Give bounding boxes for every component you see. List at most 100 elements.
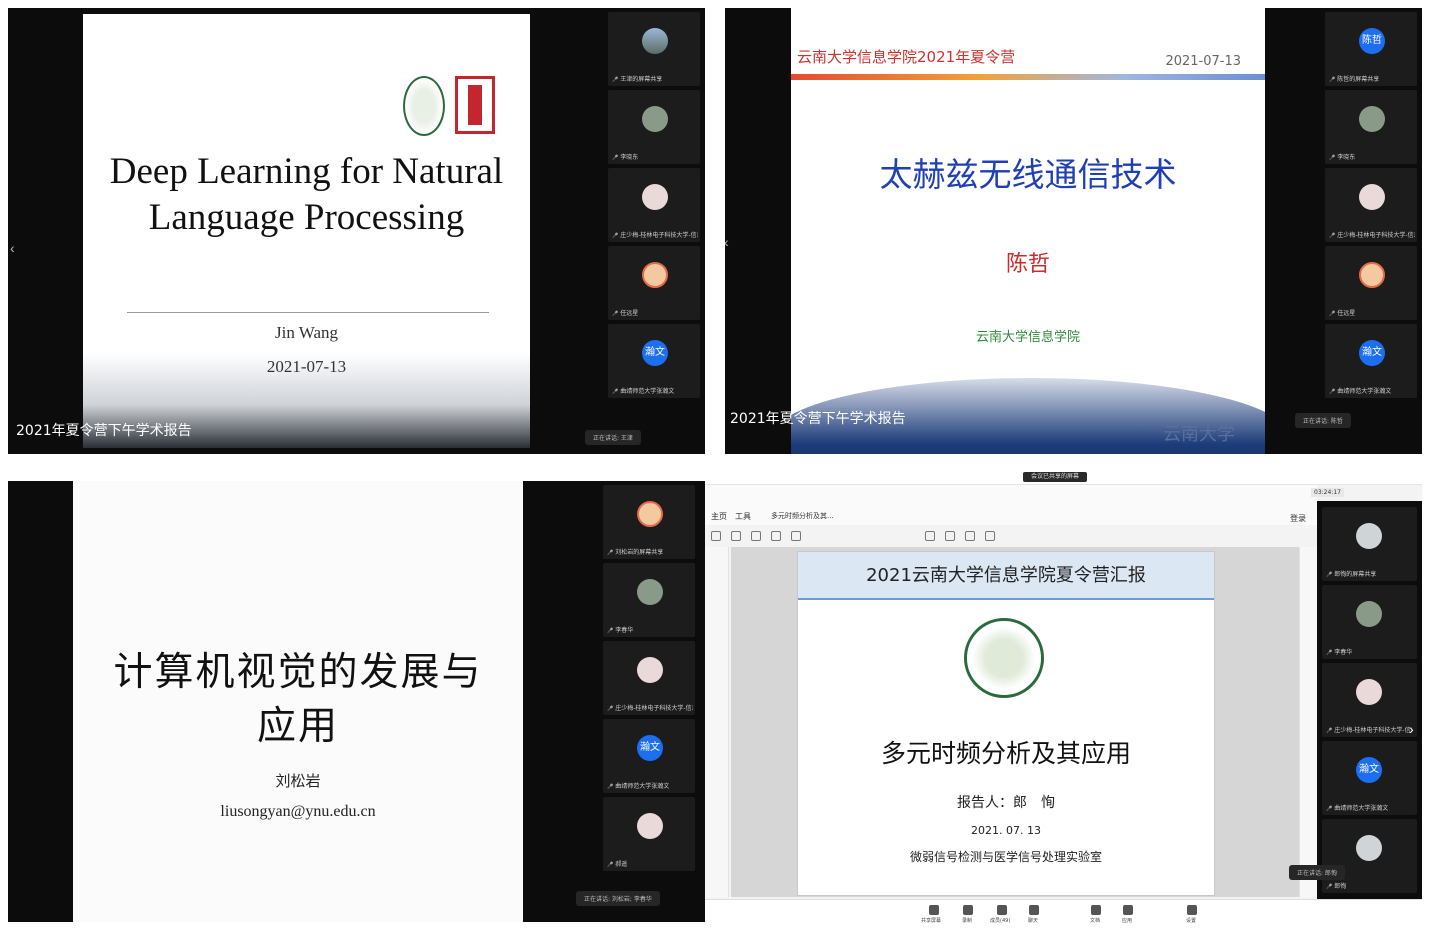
avatar [642, 184, 668, 210]
document-icon[interactable] [1091, 905, 1101, 915]
share-screen-icon[interactable] [929, 905, 939, 915]
avatar [1356, 679, 1382, 705]
university-seal-icon [964, 618, 1044, 698]
participant-tile[interactable]: 瀚文曲靖师范大学张瀚文 [603, 719, 695, 793]
participant-rail[interactable]: 王津的屏幕共享 李晓东 庄少梅-桂林电子科技大学-信息与计... 任远星 瀚文曲… [608, 12, 700, 402]
meeting-window-1: ‹ Deep Learning for Natural Language Pro… [8, 8, 705, 454]
participant-tile[interactable]: 庄少梅-桂林电子科技大学-信息与计... [603, 641, 695, 715]
participant-tile[interactable]: 庄少梅-桂林电子科技大学-信息与计... [1322, 663, 1417, 737]
participant-tile[interactable]: 刘松岩的屏幕共享 [603, 485, 695, 559]
slide-title-line: 应用 [256, 704, 339, 749]
window-title: 会议已共享的屏幕 [1023, 472, 1088, 482]
avatar: 瀚文 [642, 340, 668, 366]
participant-tile[interactable]: 陈哲陈哲的屏幕共享 [1325, 12, 1417, 86]
participant-name: 曲靖师范大学张瀚文 [607, 781, 693, 790]
participant-tile[interactable]: 任远星 [608, 246, 700, 320]
participant-tile[interactable]: 郎恂 [1322, 819, 1417, 893]
toolbar-label: 文档 [1090, 918, 1101, 924]
participant-tile[interactable]: 瀚文曲靖师范大学张瀚文 [608, 324, 700, 398]
chat-icon[interactable] [1029, 905, 1039, 915]
slide-title: Deep Learning for Natural Language Proce… [109, 151, 504, 238]
doc-reporter: 报告人：郎 恂 [957, 795, 1055, 811]
avatar [1356, 523, 1382, 549]
avatar [1356, 601, 1382, 627]
doc-lab: 微弱信号检测与医学信号处理实验室 [909, 850, 1102, 864]
participant-rail[interactable]: 刘松岩的屏幕共享 李春华 庄少梅-桂林电子科技大学-信息与计... 瀚文曲靖师范… [603, 485, 695, 875]
avatar: 瀚文 [637, 735, 663, 761]
slide-author: Jin Wang [274, 323, 338, 342]
participant-name: 庄少梅-桂林电子科技大学-信息与计... [1326, 725, 1412, 734]
slide-date: 2021-07-13 [266, 357, 347, 376]
header-bar [791, 74, 1265, 80]
participant-tile[interactable]: 瀚文曲靖师范大学张瀚文 [1322, 741, 1417, 815]
prev-arrow-icon[interactable]: ‹ [725, 234, 729, 250]
doc-date: 2021. 07. 13 [971, 824, 1041, 837]
members-icon[interactable] [997, 905, 1007, 915]
participant-rail[interactable]: 陈哲陈哲的屏幕共享 李晓东 庄少梅-桂林电子科技大学-信息与计... 任远星 瀚… [1325, 12, 1417, 402]
zoom-in-icon[interactable] [985, 531, 995, 541]
participant-tile[interactable]: 李春华 [1322, 585, 1417, 659]
slide-divider [127, 312, 489, 313]
avatar: 瀚文 [1359, 340, 1385, 366]
participant-tile[interactable]: 王津的屏幕共享 [608, 12, 700, 86]
toolbar-label: 共享屏幕 [921, 918, 942, 924]
slide-author: 刘松岩 [275, 772, 321, 790]
participant-tile[interactable]: 郝遥 [603, 797, 695, 871]
record-icon[interactable] [963, 905, 973, 915]
participant-tile[interactable]: 郎恂的屏幕共享 [1322, 507, 1417, 581]
participant-name: 曲靖师范大学张瀚文 [1326, 803, 1412, 812]
participant-name: 郎恂的屏幕共享 [1326, 569, 1412, 578]
pdf-menubar: 主页 工具 多元时频分析及其... 登录 [705, 485, 1317, 525]
next-arrow-icon[interactable]: › [1409, 721, 1414, 737]
zoom-out-icon[interactable] [965, 531, 975, 541]
participant-tile[interactable]: 李晓东 [608, 90, 700, 164]
toolbar-label: 聊天 [1028, 918, 1039, 924]
speaking-indicator: 正在讲话: 刘松岩; 李春华 [576, 891, 660, 906]
document-tab[interactable]: 多元时频分析及其... [771, 511, 834, 521]
avatar [637, 813, 663, 839]
prev-arrow-icon[interactable]: ‹ [10, 240, 15, 256]
mail-icon[interactable] [771, 531, 781, 541]
participant-tile[interactable]: 李晓东 [1325, 90, 1417, 164]
hand-icon[interactable] [945, 531, 955, 541]
participant-tile[interactable]: 庄少梅-桂林电子科技大学-信息与计... [608, 168, 700, 242]
pdf-right-sidebar [1299, 547, 1317, 897]
participant-tile[interactable]: 庄少梅-桂林电子科技大学-信息与计... [1325, 168, 1417, 242]
participant-name: 李春华 [607, 625, 693, 634]
participant-name: 庄少梅-桂林电子科技大学-信息与计... [607, 703, 693, 712]
save-icon[interactable] [711, 531, 721, 541]
star-icon[interactable] [731, 531, 741, 541]
slide-title: 计算机视觉的发展与 应用 [73, 646, 523, 754]
slide-title: 太赫兹无线通信技术 [879, 155, 1177, 194]
participant-name: 曲靖师范大学张瀚文 [612, 386, 698, 395]
presenter-name: 陈哲 [1005, 252, 1050, 277]
avatar [1359, 262, 1385, 288]
participant-name: 庄少梅-桂林电子科技大学-信息与计... [1329, 230, 1415, 239]
participant-name: 李晓东 [1329, 152, 1415, 161]
menu-home[interactable]: 主页 [711, 511, 727, 522]
settings-icon[interactable] [1187, 905, 1197, 915]
toolbar-label: 应用 [1122, 918, 1133, 924]
meeting-window-4: 会议已共享的屏幕 主页 工具 多元时频分析及其... 登录 03:24:17 2… [705, 471, 1422, 926]
login-link[interactable]: 登录 [1290, 513, 1306, 524]
print-icon[interactable] [751, 531, 761, 541]
participant-name: 王津的屏幕共享 [612, 74, 698, 83]
participant-rail[interactable]: 郎恂的屏幕共享 李春华 庄少梅-桂林电子科技大学-信息与计... 瀚文曲靖师范大… [1317, 501, 1422, 901]
search-icon[interactable] [791, 531, 801, 541]
presenter-org: 云南大学信息学院 [975, 330, 1080, 345]
participant-tile[interactable]: 任远星 [1325, 246, 1417, 320]
speaking-indicator: 正在讲话: 郎恂 [1289, 865, 1345, 880]
university-stamp: 云南大学 [1163, 424, 1235, 445]
meeting-window-3: 计算机视觉的发展与 应用 刘松岩 liusongyan@ynu.edu.cn ›… [8, 481, 705, 922]
apps-icon[interactable] [1123, 905, 1133, 915]
avatar: 陈哲 [1359, 28, 1385, 54]
menu-tools[interactable]: 工具 [735, 511, 751, 522]
participant-tile[interactable]: 瀚文曲靖师范大学张瀚文 [1325, 324, 1417, 398]
avatar [1359, 106, 1385, 132]
participant-name: 陈哲的屏幕共享 [1329, 74, 1415, 83]
toolbar-label: 成员(49) [990, 918, 1011, 924]
participant-tile[interactable]: 李春华 [603, 563, 695, 637]
avatar: 瀚文 [1356, 757, 1382, 783]
slide-date: 2021-07-13 [1165, 54, 1241, 69]
pointer-icon[interactable] [925, 531, 935, 541]
